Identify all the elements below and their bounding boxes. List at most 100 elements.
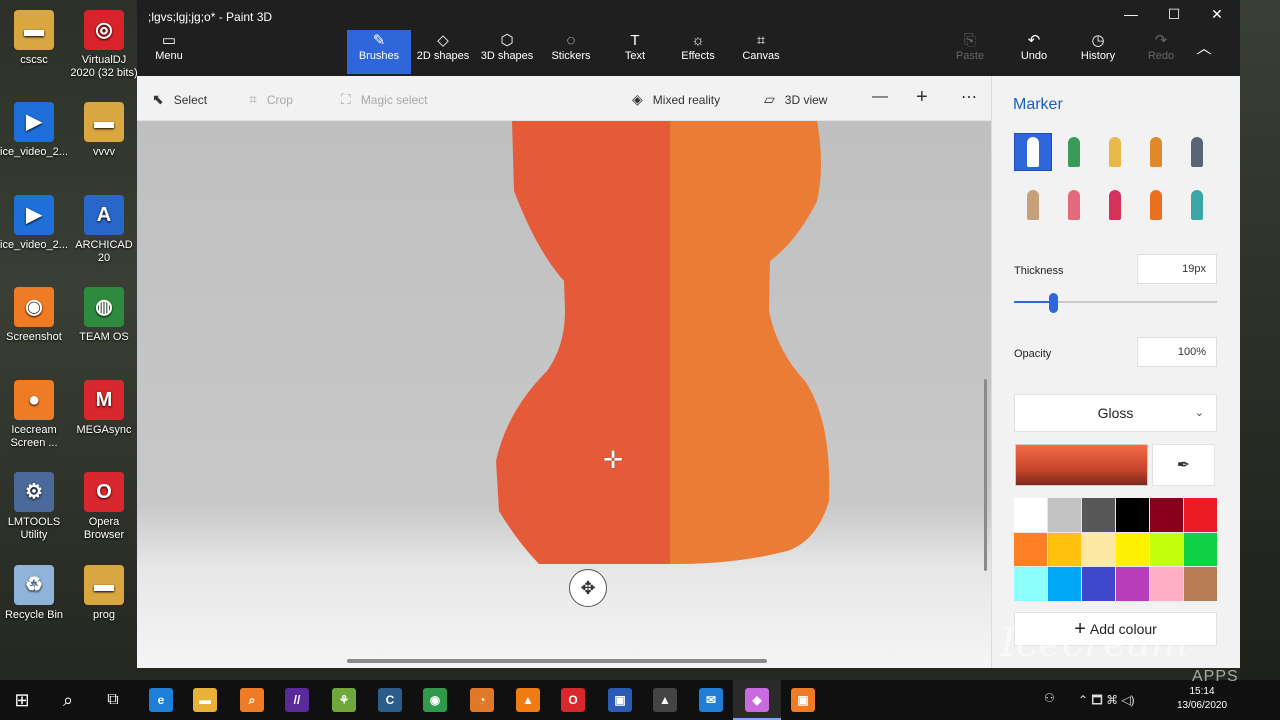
color-swatch[interactable] xyxy=(1048,567,1081,601)
desktop-icon[interactable]: ◎ VirtualDJ 2020 (32 bits) xyxy=(70,10,138,80)
taskbar-app-blue-app[interactable]: ▣ xyxy=(608,688,632,712)
tab-stickers[interactable]: ◌ Stickers xyxy=(539,30,603,74)
color-swatch[interactable] xyxy=(1082,532,1115,567)
color-swatch[interactable] xyxy=(1150,567,1183,601)
color-swatch[interactable] xyxy=(1014,532,1047,567)
taskbar-app-icecream[interactable]: ▣ xyxy=(791,688,815,712)
color-swatch[interactable] xyxy=(1116,498,1149,532)
thickness-input[interactable]: 19px xyxy=(1137,254,1217,284)
color-swatch[interactable] xyxy=(1014,567,1047,601)
select-button[interactable]: ⬉ Select xyxy=(152,91,207,108)
color-swatch[interactable] xyxy=(1082,498,1115,532)
minimize-button[interactable]: — xyxy=(1121,6,1141,26)
pencil-brush-icon[interactable] xyxy=(1014,186,1052,224)
taskbar-app-opera[interactable]: O xyxy=(561,688,585,712)
pixel-pen-brush-icon[interactable] xyxy=(1178,133,1216,171)
taskbar-app-photos[interactable]: ▲ xyxy=(653,688,677,712)
taskbar-app-chrome[interactable]: ◉ xyxy=(423,688,447,712)
desktop-icon[interactable]: ▬ vvvv xyxy=(70,102,138,159)
finish-dropdown[interactable]: Gloss ⌄ xyxy=(1014,394,1217,432)
color-swatch[interactable] xyxy=(1082,567,1115,601)
horizontal-scrollbar[interactable] xyxy=(347,659,767,663)
eyedropper-button[interactable]: ✒ xyxy=(1152,444,1215,486)
calligraphy-pen-brush-icon[interactable] xyxy=(1055,133,1093,171)
paste-button[interactable]: ⎘ Paste xyxy=(938,30,1002,74)
task-view-icon[interactable]: ⧉ xyxy=(101,688,125,712)
vertical-scrollbar[interactable] xyxy=(984,379,987,571)
desktop-icon[interactable]: ⚙ LMTOOLS Utility xyxy=(0,472,68,542)
taskbar-app-orange-app[interactable]: ◔ xyxy=(470,688,494,712)
start-icon[interactable]: ⊞ xyxy=(10,688,34,712)
tab-3d-shapes[interactable]: ⬡ 3D shapes xyxy=(475,30,539,74)
taskbar-app-vlc[interactable]: ▲ xyxy=(516,688,540,712)
3d-view-button[interactable]: ▱ 3D view xyxy=(764,91,827,108)
tab-2d-shapes[interactable]: ◇ 2D shapes xyxy=(411,30,475,74)
people-icon[interactable]: ⚇ xyxy=(1044,691,1055,705)
tab-canvas[interactable]: ⌗ Canvas xyxy=(729,30,793,74)
taskbar-app-mail[interactable]: ✉ xyxy=(699,688,723,712)
clock[interactable]: 15:14 13/06/2020 xyxy=(1172,685,1232,713)
thickness-slider-thumb[interactable] xyxy=(1049,293,1058,313)
taskbar-app-edge[interactable]: e xyxy=(149,688,173,712)
search-icon[interactable]: ⌕ xyxy=(56,688,80,712)
crop-button[interactable]: ⌗ Crop xyxy=(249,91,293,108)
maximize-button[interactable]: ☐ xyxy=(1164,6,1184,26)
desktop-icon[interactable]: ◍ TEAM OS xyxy=(70,287,138,344)
taskbar-app-purple-app[interactable]: // xyxy=(285,688,309,712)
crayon-brush-icon[interactable] xyxy=(1096,186,1134,224)
color-swatch[interactable] xyxy=(1150,498,1183,532)
fill-brush-icon[interactable] xyxy=(1178,186,1216,224)
taskbar-app-paint-3d[interactable]: ◆ xyxy=(745,688,769,712)
watercolor-brush-icon[interactable] xyxy=(1137,133,1175,171)
more-options-button[interactable]: ⋯ xyxy=(961,87,977,107)
rotate-icon[interactable]: ✥ xyxy=(569,569,607,607)
zoom-out-button[interactable]: — xyxy=(872,88,888,106)
opacity-input[interactable]: 100% xyxy=(1137,337,1217,367)
magic-select-button[interactable]: ⛶ Magic select xyxy=(341,91,428,108)
tab-brushes[interactable]: ✎ Brushes xyxy=(347,30,411,74)
color-swatch[interactable] xyxy=(1116,567,1149,601)
canvas-drawing[interactable] xyxy=(137,121,991,668)
tab-text[interactable]: T Text xyxy=(603,30,667,74)
desktop-icon[interactable]: ♻ Recycle Bin xyxy=(0,565,68,622)
desktop-icon[interactable]: ▶ ice_video_2... xyxy=(0,195,68,252)
desktop-icon[interactable]: ▶ ice_video_2... xyxy=(0,102,68,159)
color-swatch[interactable] xyxy=(1048,498,1081,532)
tab-effects[interactable]: ☼ Effects xyxy=(666,30,730,74)
desktop-icon[interactable]: ▬ cscsc xyxy=(0,10,68,67)
desktop-icon[interactable]: ▬ prog xyxy=(70,565,138,622)
undo-button[interactable]: ↶ Undo xyxy=(1002,30,1066,74)
close-button[interactable]: ✕ xyxy=(1207,6,1227,26)
desktop-icon[interactable]: ◉ Screenshot xyxy=(0,287,68,344)
desktop-icon[interactable]: O Opera Browser xyxy=(70,472,138,542)
eraser-brush-icon[interactable] xyxy=(1055,186,1093,224)
desktop-icon[interactable]: M MEGAsync xyxy=(70,380,138,437)
color-swatch[interactable] xyxy=(1014,498,1047,532)
color-swatch[interactable] xyxy=(1150,532,1183,567)
tray-icons[interactable]: ⌃ 🗖 ⌘ ◁) xyxy=(1078,691,1135,712)
zoom-in-button[interactable]: + xyxy=(916,86,928,109)
color-swatch[interactable] xyxy=(1184,532,1217,567)
select-label: Select xyxy=(173,92,208,107)
oil-brush-brush-icon[interactable] xyxy=(1096,133,1134,171)
mixed-reality-button[interactable]: ◈ Mixed reality xyxy=(632,91,720,108)
taskbar-app-green-app[interactable]: ⚘ xyxy=(332,688,356,712)
taskbar-app-file-explorer[interactable]: ▬ xyxy=(193,688,217,712)
color-swatch[interactable] xyxy=(1048,532,1081,567)
color-swatch[interactable] xyxy=(1184,567,1217,601)
taskbar-app-search-app[interactable]: ⌕ xyxy=(240,688,264,712)
collapse-ribbon-button[interactable]: ︿ xyxy=(1184,30,1224,74)
color-swatch[interactable] xyxy=(1116,532,1149,567)
current-color-swatch[interactable] xyxy=(1015,444,1148,486)
thickness-slider[interactable] xyxy=(1014,301,1217,303)
spray-can-brush-icon[interactable] xyxy=(1137,186,1175,224)
history-button[interactable]: ◷ History xyxy=(1066,30,1130,74)
color-swatch[interactable] xyxy=(1184,498,1217,532)
menu-button[interactable]: ▭ Menu xyxy=(137,30,201,74)
canvas[interactable]: ✛ ✥ xyxy=(137,121,991,668)
taskbar-app-cad-app[interactable]: C xyxy=(378,688,402,712)
desktop-icon[interactable]: ● Icecream Screen ... xyxy=(0,380,68,450)
desktop-icon-glyph: ◎ xyxy=(84,10,124,50)
marker-brush-icon[interactable] xyxy=(1014,133,1052,171)
desktop-icon[interactable]: A ARCHICAD 20 xyxy=(70,195,138,265)
